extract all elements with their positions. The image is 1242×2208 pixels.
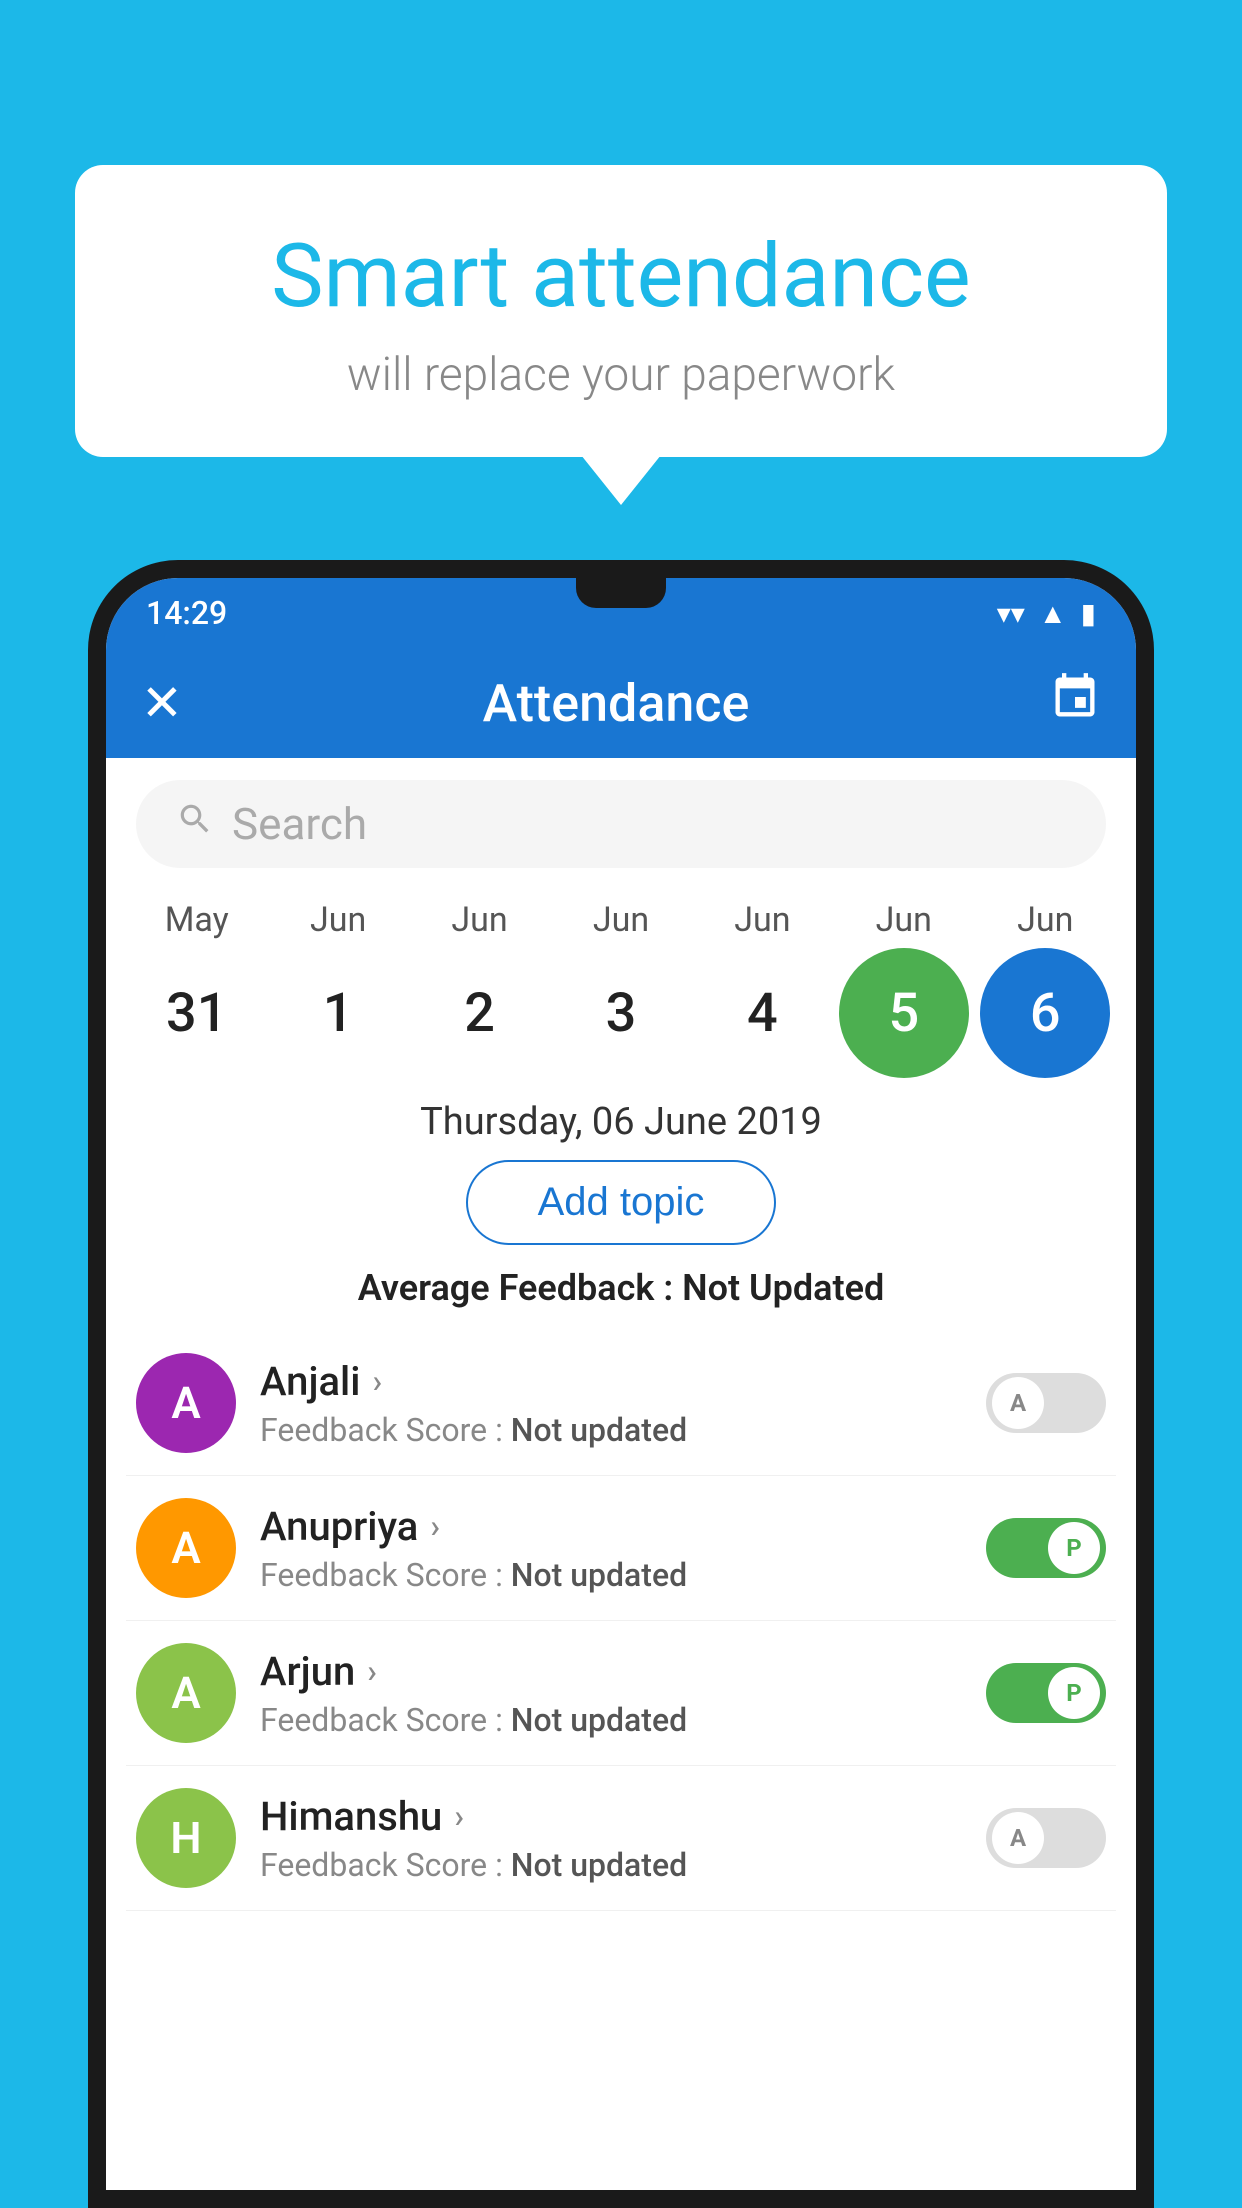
cal-date[interactable]: 2 bbox=[415, 948, 545, 1078]
toggle-knob: P bbox=[1048, 1522, 1100, 1574]
chevron-icon: › bbox=[454, 1797, 464, 1835]
cal-month: Jun bbox=[415, 900, 545, 940]
feedback-score: Feedback Score : Not updated bbox=[260, 1846, 962, 1884]
app-bar-title: Attendance bbox=[483, 673, 750, 734]
attendance-toggle[interactable]: P bbox=[986, 1518, 1106, 1578]
feedback-value: Not updated bbox=[511, 1411, 687, 1449]
cal-month: Jun bbox=[556, 900, 686, 940]
toggle-knob: P bbox=[1048, 1667, 1100, 1719]
cal-date[interactable]: 1 bbox=[273, 948, 403, 1078]
student-info: Anjali › Feedback Score : Not updated bbox=[260, 1358, 962, 1449]
calendar-dates: 31123456 bbox=[126, 948, 1116, 1078]
feedback-value: Not updated bbox=[511, 1846, 687, 1884]
student-name: Anjali › bbox=[260, 1358, 962, 1405]
search-placeholder: Search bbox=[232, 798, 367, 850]
cal-date[interactable]: 5 bbox=[839, 948, 969, 1078]
feedback-summary: Average Feedback : Not Updated bbox=[106, 1267, 1136, 1309]
feedback-value: Not updated bbox=[511, 1556, 687, 1594]
bubble-title: Smart attendance bbox=[125, 225, 1117, 328]
avatar: H bbox=[136, 1788, 236, 1888]
feedback-summary-value: Not Updated bbox=[682, 1267, 884, 1309]
search-bar[interactable]: Search bbox=[136, 780, 1106, 868]
calendar-months: May Jun Jun Jun Jun Jun Jun bbox=[126, 900, 1116, 940]
speech-bubble: Smart attendance will replace your paper… bbox=[75, 165, 1167, 457]
toggle-knob: A bbox=[992, 1377, 1044, 1429]
student-name: Anupriya › bbox=[260, 1503, 962, 1550]
student-row[interactable]: A Anjali › Feedback Score : Not updated A bbox=[126, 1331, 1116, 1476]
calendar-icon[interactable] bbox=[1049, 671, 1101, 736]
battery-icon: ▮ bbox=[1081, 597, 1096, 630]
app-bar: ✕ Attendance bbox=[106, 648, 1136, 758]
avatar: A bbox=[136, 1643, 236, 1743]
feedback-value: Not updated bbox=[511, 1701, 687, 1739]
add-topic-button[interactable]: Add topic bbox=[466, 1160, 777, 1245]
cal-month: Jun bbox=[839, 900, 969, 940]
toggle-knob: A bbox=[992, 1812, 1044, 1864]
avatar: A bbox=[136, 1498, 236, 1598]
attendance-toggle[interactable]: A bbox=[986, 1808, 1106, 1868]
attendance-toggle[interactable]: P bbox=[986, 1663, 1106, 1723]
student-info: Arjun › Feedback Score : Not updated bbox=[260, 1648, 962, 1739]
student-info: Anupriya › Feedback Score : Not updated bbox=[260, 1503, 962, 1594]
signal-icon: ▲ bbox=[1039, 597, 1067, 630]
avatar: A bbox=[136, 1353, 236, 1453]
student-row[interactable]: H Himanshu › Feedback Score : Not updated A bbox=[126, 1766, 1116, 1911]
student-name: Himanshu › bbox=[260, 1793, 962, 1840]
selected-date: Thursday, 06 June 2019 bbox=[106, 1100, 1136, 1144]
feedback-score: Feedback Score : Not updated bbox=[260, 1556, 962, 1594]
cal-date[interactable]: 31 bbox=[132, 948, 262, 1078]
close-icon[interactable]: ✕ bbox=[141, 674, 183, 733]
search-icon bbox=[176, 800, 214, 848]
chevron-icon: › bbox=[430, 1507, 440, 1545]
student-row[interactable]: A Anupriya › Feedback Score : Not updated P bbox=[126, 1476, 1116, 1621]
feedback-summary-label: Average Feedback : bbox=[358, 1267, 682, 1309]
wifi-icon: ▾▾ bbox=[997, 597, 1025, 630]
cal-month: May bbox=[132, 900, 262, 940]
student-list: AAnjali ›Feedback Score : Not updatedAAA… bbox=[106, 1331, 1136, 1911]
feedback-score: Feedback Score : Not updated bbox=[260, 1701, 962, 1739]
student-info: Himanshu › Feedback Score : Not updated bbox=[260, 1793, 962, 1884]
date-info: Thursday, 06 June 2019 bbox=[106, 1100, 1136, 1144]
student-name: Arjun › bbox=[260, 1648, 962, 1695]
phone-notch bbox=[576, 578, 666, 608]
attendance-toggle[interactable]: A bbox=[986, 1373, 1106, 1433]
feedback-score: Feedback Score : Not updated bbox=[260, 1411, 962, 1449]
calendar-strip: May Jun Jun Jun Jun Jun Jun 31123456 bbox=[106, 890, 1136, 1078]
cal-date[interactable]: 4 bbox=[697, 948, 827, 1078]
student-row[interactable]: A Arjun › Feedback Score : Not updated P bbox=[126, 1621, 1116, 1766]
cal-month: Jun bbox=[980, 900, 1110, 940]
cal-month: Jun bbox=[273, 900, 403, 940]
phone-frame: 14:29 ▾▾ ▲ ▮ ✕ Attendance bbox=[88, 560, 1154, 2208]
chevron-icon: › bbox=[372, 1362, 382, 1400]
phone-screen: 14:29 ▾▾ ▲ ▮ ✕ Attendance bbox=[106, 578, 1136, 2190]
cal-date[interactable]: 6 bbox=[980, 948, 1110, 1078]
bubble-subtitle: will replace your paperwork bbox=[125, 348, 1117, 402]
cal-month: Jun bbox=[697, 900, 827, 940]
status-icons: ▾▾ ▲ ▮ bbox=[997, 597, 1096, 630]
speech-bubble-container: Smart attendance will replace your paper… bbox=[75, 165, 1167, 457]
status-time: 14:29 bbox=[146, 594, 227, 632]
chevron-icon: › bbox=[367, 1652, 377, 1690]
cal-date[interactable]: 3 bbox=[556, 948, 686, 1078]
